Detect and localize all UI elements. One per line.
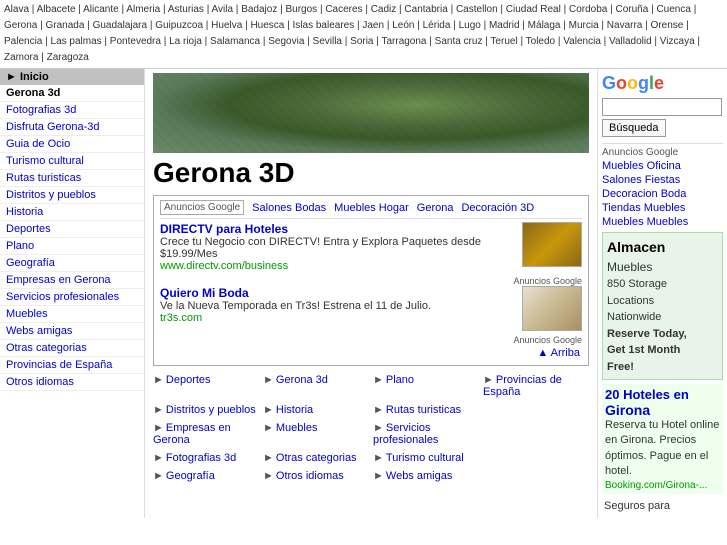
sidebar-item-webs[interactable]: Webs amigas: [0, 323, 144, 340]
ad1-title[interactable]: DIRECTV para Hoteles: [160, 222, 288, 236]
ad-block-top-links: Anuncios Google Salones Bodas Muebles Ho…: [160, 200, 582, 219]
anuncios-google-small-2: Anuncios Google: [160, 335, 582, 345]
hotel-ad[interactable]: 20 Hoteles en Girona Reserva tu Hotel on…: [602, 384, 723, 494]
ad2-title[interactable]: Quiero Mi Boda: [160, 286, 249, 300]
ad1-image: [522, 222, 582, 267]
location-links: Alava | Albacete | Alicante | Almeria | …: [4, 4, 700, 63]
link-webs[interactable]: ►Webs amigas: [373, 468, 479, 484]
link-empty-2: [483, 420, 589, 448]
sidebar-item-empresas[interactable]: Empresas en Gerona: [0, 272, 144, 289]
almacen-title: Almacen: [607, 237, 718, 258]
right-sidebar: Google Búsqueda Anuncios Google Muebles …: [597, 69, 727, 518]
page-title: Gerona 3D: [153, 157, 589, 189]
arriba-link[interactable]: ▲ Arriba: [160, 345, 582, 361]
sidebar-item-guia-ocio[interactable]: Guia de Ocio: [0, 136, 144, 153]
sidebar-item-turismo[interactable]: Turismo cultural: [0, 153, 144, 170]
satellite-image: Gerona: [153, 73, 589, 153]
hotel-ad-url: Booking.com/Girona-...: [605, 480, 720, 491]
link-rutas[interactable]: ►Rutas turisticas: [373, 402, 479, 418]
link-empty-4: [483, 468, 589, 484]
google-search-input[interactable]: [602, 98, 722, 116]
link-servicios[interactable]: ►Servicios profesionales: [373, 420, 479, 448]
hotel-ad-text: Reserva tu Hotel online en Girona. Preci…: [605, 418, 720, 480]
link-geografia[interactable]: ►Geografía: [153, 468, 259, 484]
link-otras[interactable]: ►Otras categorias: [263, 450, 369, 466]
link-otros-idiomas[interactable]: ►Otros idiomas: [263, 468, 369, 484]
sidebar-item-plano[interactable]: Plano: [0, 238, 144, 255]
link-muebles[interactable]: ►Muebles: [263, 420, 369, 448]
sidebar-item-muebles[interactable]: Muebles: [0, 306, 144, 323]
sidebar-item-otros-idiomas[interactable]: Otros idiomas: [0, 374, 144, 391]
almacen-detail2: Locations: [607, 293, 718, 310]
link-empty-1: [483, 402, 589, 418]
link-fotografias[interactable]: ►Fotografias 3d: [153, 450, 259, 466]
almacen-detail1: 850 Storage: [607, 276, 718, 293]
sidebar-item-distritos[interactable]: Distritos y pueblos: [0, 187, 144, 204]
right-ad-muebles-muebles[interactable]: Muebles Muebles: [602, 216, 723, 228]
ad2-image: [522, 286, 582, 331]
sidebar-link-gerona3d[interactable]: Gerona 3d: [6, 87, 60, 99]
google-search-box: Búsqueda: [602, 98, 723, 137]
link-provincias[interactable]: ►Provincias de España: [483, 372, 589, 400]
anuncios-google-label: Anuncios Google: [160, 200, 244, 215]
almacen-free: Free!: [607, 359, 718, 376]
ad-text-1: DIRECTV para Hoteles Crece tu Negocio co…: [160, 222, 516, 272]
top-location-bar: Alava | Albacete | Alicante | Almeria | …: [0, 0, 727, 69]
right-ad-decoracion[interactable]: Decoracion Boda: [602, 188, 723, 200]
left-sidebar: ► Inicio Gerona 3d Fotografias 3d Disfru…: [0, 69, 145, 518]
right-ad-salones[interactable]: Salones Fiestas: [602, 174, 723, 186]
ad-link-gerona[interactable]: Gerona: [417, 202, 454, 214]
ad2-desc: Ve la Nueva Temporada en Tr3s! Estrena e…: [160, 300, 431, 312]
sidebar-item-disfruta[interactable]: Disfruta Gerona-3d: [0, 119, 144, 136]
ad-block: Anuncios Google Salones Bodas Muebles Ho…: [153, 195, 589, 366]
almacen-detail3: Nationwide: [607, 309, 718, 326]
sidebar-item-gerona3d[interactable]: Gerona 3d: [0, 85, 144, 102]
almacen-subtitle: Muebles: [607, 258, 718, 276]
almacen-cta: Reserve Today,: [607, 326, 718, 343]
google-search-button[interactable]: Búsqueda: [602, 119, 666, 137]
main-content: Gerona Gerona 3D Anuncios Google Salones…: [145, 69, 597, 518]
sidebar-inicio[interactable]: ► Inicio: [0, 69, 144, 85]
anuncios-google-small-1: Anuncios Google: [160, 276, 582, 286]
almacen-get: Get 1st Month: [607, 342, 718, 359]
link-grid: ►Deportes ►Gerona 3d ►Plano ►Provincias …: [153, 372, 589, 484]
right-ad-tiendas[interactable]: Tiendas Muebles: [602, 202, 723, 214]
ad-link-decoracion[interactable]: Decoración 3D: [461, 202, 534, 214]
link-plano[interactable]: ►Plano: [373, 372, 479, 400]
sidebar-item-deportes[interactable]: Deportes: [0, 221, 144, 238]
right-ad-muebles-oficina[interactable]: Muebles Oficina: [602, 160, 723, 172]
link-gerona3d[interactable]: ►Gerona 3d: [263, 372, 369, 400]
sidebar-item-servicios[interactable]: Servicios profesionales: [0, 289, 144, 306]
sidebar-link-fotografias3d[interactable]: Fotografias 3d: [6, 104, 76, 116]
almacen-ad[interactable]: Almacen Muebles 850 Storage Locations Na…: [602, 232, 723, 380]
ad2-url: tr3s.com: [160, 312, 202, 324]
ad-link-salones[interactable]: Salones Bodas: [252, 202, 326, 214]
link-empresas[interactable]: ►Empresas en Gerona: [153, 420, 259, 448]
sidebar-item-historia[interactable]: Historia: [0, 204, 144, 221]
seguros-label: Seguros para: [602, 498, 723, 514]
link-historia[interactable]: ►Historia: [263, 402, 369, 418]
sidebar-item-geografia[interactable]: Geografía: [0, 255, 144, 272]
link-turismo[interactable]: ►Turismo cultural: [373, 450, 479, 466]
sidebar-item-provincias[interactable]: Provincias de España: [0, 357, 144, 374]
hotel-ad-title: 20 Hoteles en: [605, 387, 720, 402]
ad1-desc: Crece tu Negocio con DIRECTV! Entra y Ex…: [160, 236, 481, 260]
sidebar-item-otras[interactable]: Otras categorias: [0, 340, 144, 357]
link-empty-3: [483, 450, 589, 466]
ad-text-2: Quiero Mi Boda Ve la Nueva Temporada en …: [160, 286, 516, 331]
ad-entry-1: DIRECTV para Hoteles Crece tu Negocio co…: [160, 222, 582, 272]
right-ads-title: Anuncios Google: [602, 143, 723, 158]
link-deportes[interactable]: ►Deportes: [153, 372, 259, 400]
sidebar-item-rutas[interactable]: Rutas turisticas: [0, 170, 144, 187]
link-distritos[interactable]: ►Distritos y pueblos: [153, 402, 259, 418]
sidebar-item-fotografias3d[interactable]: Fotografias 3d: [0, 102, 144, 119]
ad-link-muebles[interactable]: Muebles Hogar: [334, 202, 409, 214]
ad-entry-2: Quiero Mi Boda Ve la Nueva Temporada en …: [160, 286, 582, 331]
google-logo: Google: [602, 73, 723, 94]
ad1-url: www.directv.com/business: [160, 260, 288, 272]
hotel-ad-city: Girona: [605, 402, 720, 418]
